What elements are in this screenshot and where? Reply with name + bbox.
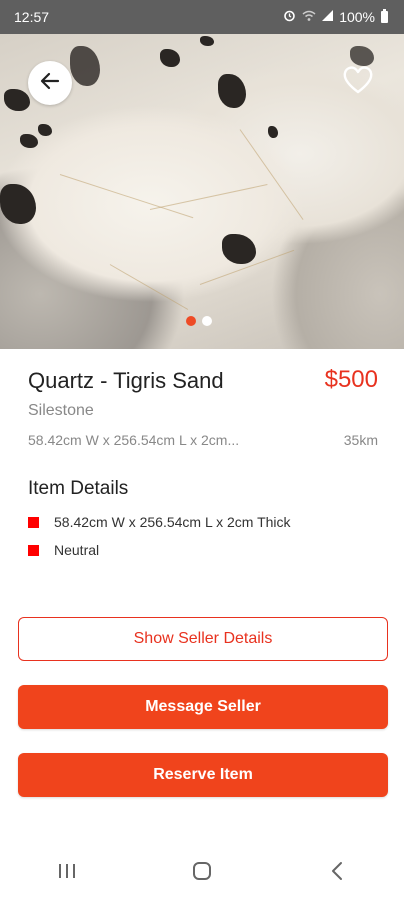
home-icon — [191, 860, 213, 887]
detail-text: Neutral — [54, 542, 100, 558]
marble-speck — [222, 234, 256, 264]
marble-vein — [149, 184, 268, 210]
show-seller-details-button[interactable]: Show Seller Details — [18, 617, 388, 661]
status-time: 12:57 — [14, 9, 50, 25]
marble-vein — [59, 174, 194, 219]
recents-icon — [57, 862, 77, 885]
wifi-icon — [302, 10, 316, 25]
system-back-button[interactable] — [307, 853, 367, 893]
square-bullet-icon — [28, 544, 39, 556]
marble-vein — [109, 264, 189, 310]
heart-outline-icon — [342, 65, 374, 100]
marble-speck — [38, 124, 52, 136]
marble-speck — [4, 89, 30, 111]
product-price: $500 — [324, 366, 378, 393]
status-bar: 12:57 100% — [0, 0, 404, 34]
battery-percentage: 100% — [339, 9, 375, 25]
marble-vein — [239, 129, 304, 220]
recents-button[interactable] — [37, 853, 97, 893]
home-button[interactable] — [172, 853, 232, 893]
carousel-indicator — [186, 316, 212, 326]
signal-icon — [322, 10, 334, 24]
item-details-heading: Item Details — [28, 478, 129, 499]
marble-speck — [70, 46, 100, 86]
marble-speck — [160, 49, 180, 67]
product-title: Quartz - Tigris Sand — [28, 368, 224, 393]
favorite-button[interactable] — [338, 62, 378, 102]
list-item: 58.42cm W x 256.54cm L x 2cm Thick — [28, 508, 291, 536]
list-item: Neutral — [28, 536, 291, 564]
marble-speck — [218, 74, 246, 108]
detail-text: 58.42cm W x 256.54cm L x 2cm Thick — [54, 514, 291, 530]
carousel-dot-2[interactable] — [202, 316, 212, 326]
marble-speck — [268, 126, 278, 138]
item-details-list: 58.42cm W x 256.54cm L x 2cm Thick Neutr… — [28, 508, 291, 564]
back-button[interactable] — [28, 61, 72, 105]
back-nav-icon — [330, 861, 344, 886]
marble-speck — [200, 36, 214, 46]
alarm-icon — [283, 9, 296, 25]
marble-speck — [0, 184, 36, 224]
reserve-item-button[interactable]: Reserve Item — [18, 753, 388, 797]
product-distance: 35km — [343, 432, 378, 448]
battery-icon — [381, 9, 388, 23]
system-nav-bar — [0, 846, 404, 900]
status-icons: 100% — [283, 9, 388, 25]
marble-speck — [20, 134, 38, 148]
product-dimensions: 58.42cm W x 256.54cm L x 2cm... — [28, 432, 240, 448]
arrow-left-icon — [39, 70, 61, 97]
carousel-dot-1[interactable] — [186, 316, 196, 326]
product-brand: Silestone — [28, 402, 94, 419]
square-bullet-icon — [28, 516, 39, 528]
message-seller-button[interactable]: Message Seller — [18, 685, 388, 729]
